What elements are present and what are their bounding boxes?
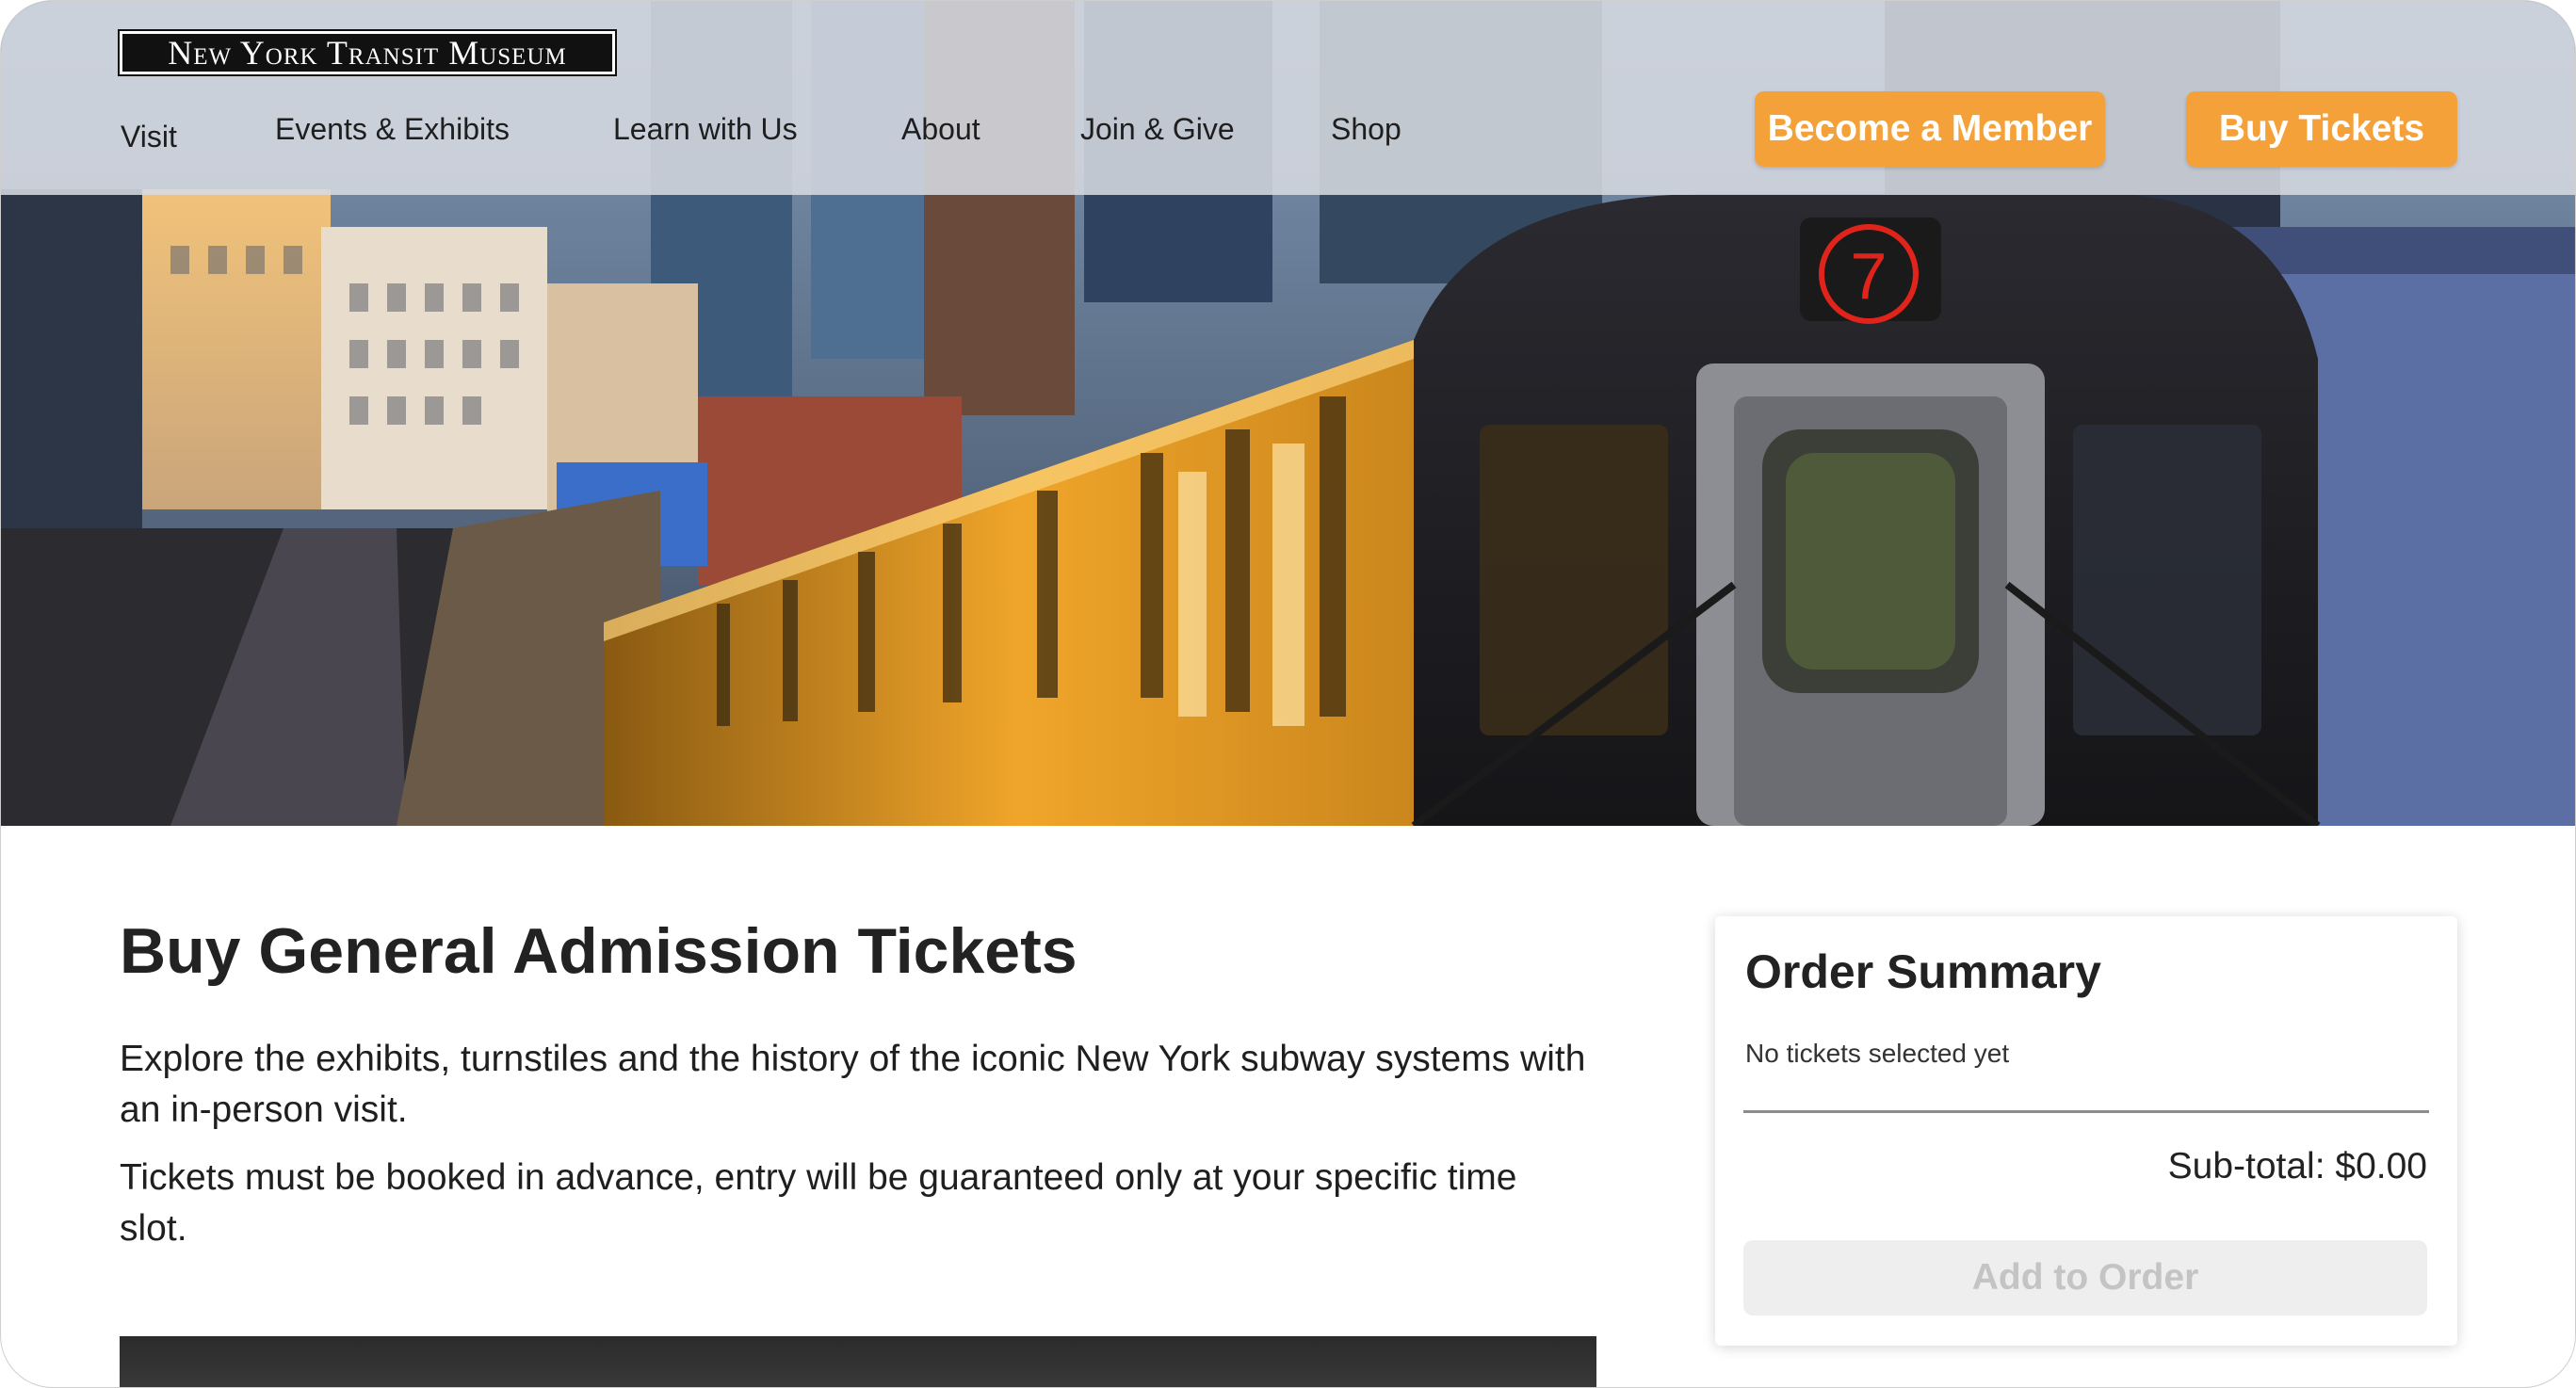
ticket-selector-panel (120, 1336, 1596, 1387)
nav-item-learn-with-us[interactable]: Learn with Us (613, 112, 798, 147)
museum-logo[interactable]: New York Transit Museum (118, 29, 617, 76)
empty-cart-message: No tickets selected yet (1745, 1039, 2010, 1068)
summary-divider (1743, 1110, 2429, 1113)
booking-notice: Tickets must be booked in advance, entry… (120, 1157, 1517, 1249)
nav-item-shop[interactable]: Shop (1331, 112, 1401, 147)
nav-item-join-give[interactable]: Join & Give (1080, 112, 1235, 147)
buy-tickets-button[interactable]: Buy Tickets (2186, 91, 2457, 167)
add-to-order-button[interactable]: Add to Order (1743, 1240, 2427, 1315)
nav-item-about[interactable]: About (901, 112, 980, 147)
browser-viewport: 7 New York Transit Museum Visit Events &… (0, 0, 2576, 1388)
site-header: New York Transit Museum Visit Events & E… (1, 1, 2575, 195)
order-summary-title: Order Summary (1745, 945, 2101, 998)
intro-text: Explore the exhibits, turnstiles and the… (120, 1039, 1586, 1130)
svg-text:7: 7 (1851, 239, 1887, 313)
nav-item-events-exhibits[interactable]: Events & Exhibits (275, 112, 510, 147)
nav-item-visit[interactable]: Visit (121, 120, 177, 154)
page-title: Buy General Admission Tickets (120, 915, 1077, 987)
become-member-button[interactable]: Become a Member (1755, 91, 2105, 167)
subtotal: Sub-total: $0.00 (2167, 1146, 2427, 1186)
order-summary-card: Order Summary No tickets selected yet Su… (1715, 916, 2457, 1346)
